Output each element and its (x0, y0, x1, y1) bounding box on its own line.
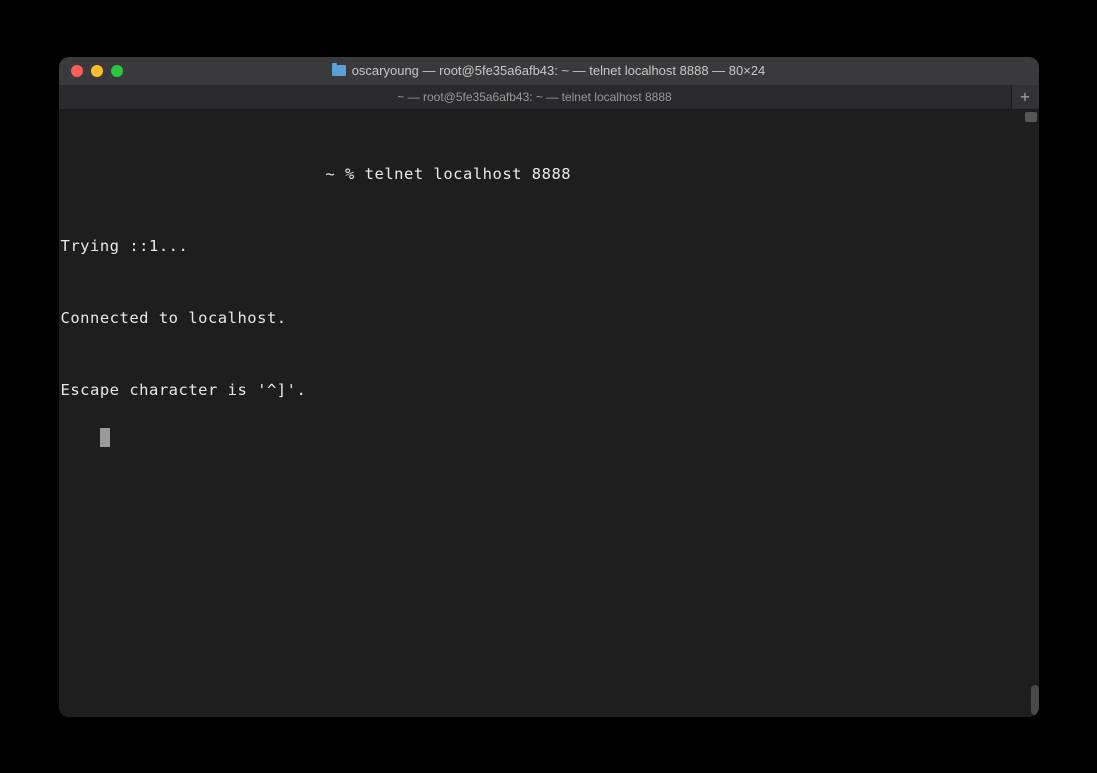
terminal-cursor (100, 428, 110, 447)
scroll-indicator-icon[interactable] (1025, 112, 1037, 122)
tab-bar: ~ — root@5fe35a6afb43: ~ — telnet localh… (59, 85, 1039, 110)
output-line-3: Escape character is '^]'. (61, 378, 1037, 402)
window-title-text: oscaryoung — root@5fe35a6afb43: ~ — teln… (352, 63, 766, 78)
terminal-content[interactable]: ~ % telnet localhost 8888 Trying ::1... … (59, 110, 1039, 717)
prompt-line: ~ % telnet localhost 8888 (61, 162, 1037, 186)
folder-icon (332, 65, 346, 76)
terminal-window: oscaryoung — root@5fe35a6afb43: ~ — teln… (59, 57, 1039, 717)
new-tab-button[interactable]: + (1011, 85, 1039, 109)
title-bar[interactable]: oscaryoung — root@5fe35a6afb43: ~ — teln… (59, 57, 1039, 85)
close-button[interactable] (71, 65, 83, 77)
plus-icon: + (1020, 87, 1030, 106)
maximize-button[interactable] (111, 65, 123, 77)
tab-active[interactable]: ~ — root@5fe35a6afb43: ~ — telnet localh… (59, 85, 1011, 109)
window-title: oscaryoung — root@5fe35a6afb43: ~ — teln… (59, 63, 1039, 78)
redacted-user-block (61, 162, 316, 184)
command-text: telnet localhost 8888 (365, 162, 571, 186)
scrollbar-thumb[interactable] (1031, 685, 1039, 715)
minimize-button[interactable] (91, 65, 103, 77)
prompt-prefix: ~ % (316, 162, 365, 186)
output-line-2: Connected to localhost. (61, 306, 1037, 330)
tab-label: ~ — root@5fe35a6afb43: ~ — telnet localh… (397, 90, 671, 104)
traffic-lights (71, 65, 123, 77)
output-line-1: Trying ::1... (61, 234, 1037, 258)
